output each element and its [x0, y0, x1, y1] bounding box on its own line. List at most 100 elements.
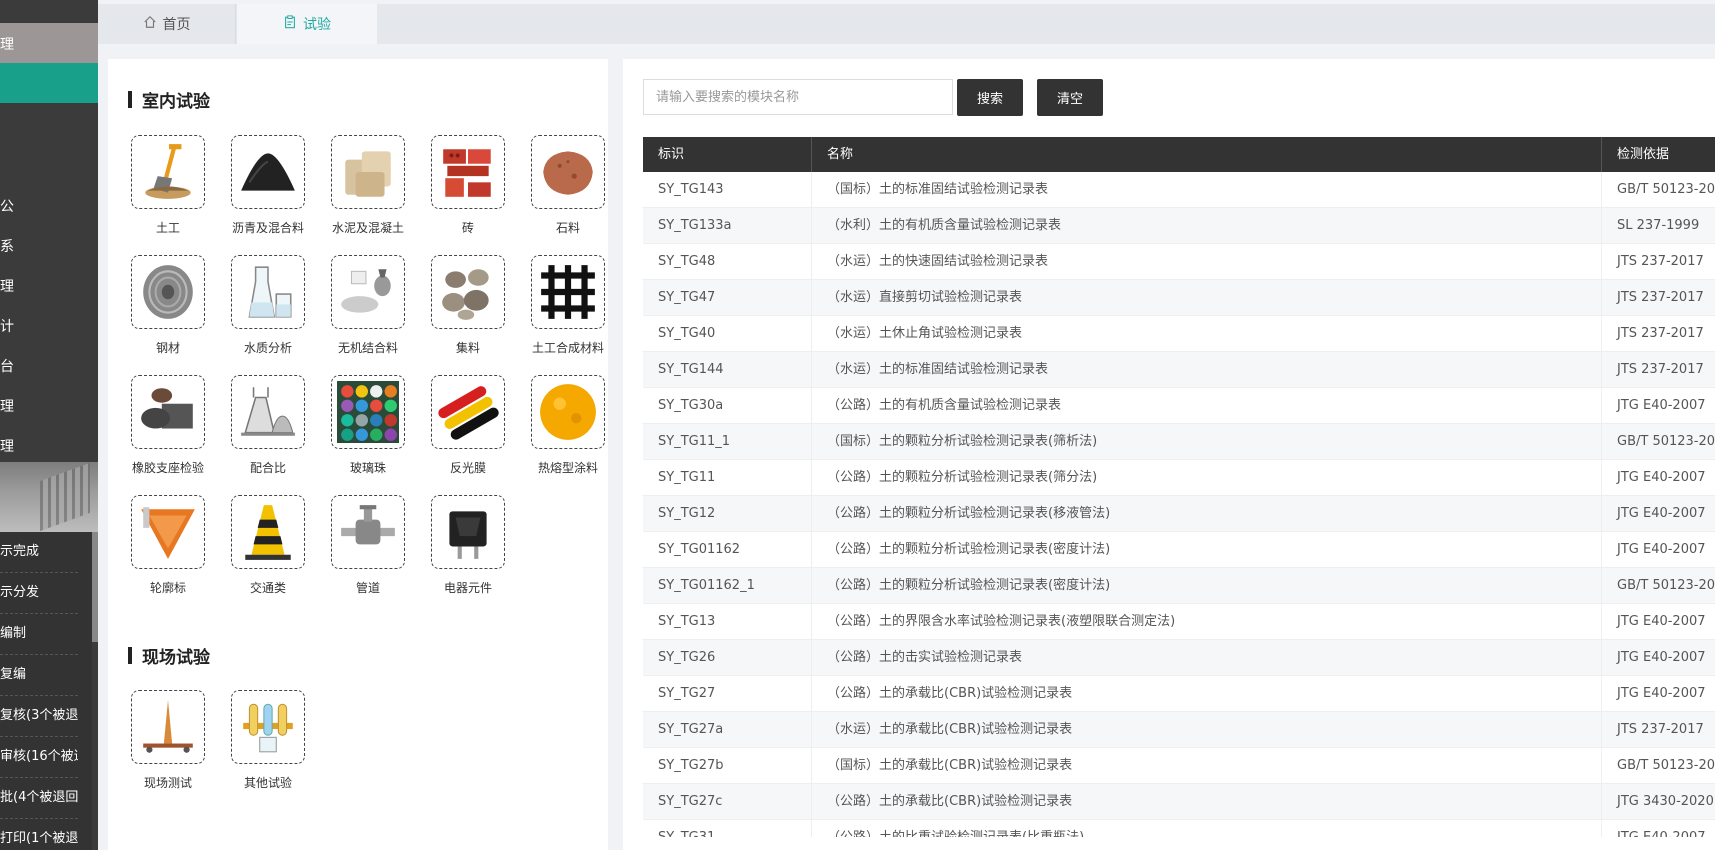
powder-icon — [331, 255, 405, 329]
module-tile[interactable]: 配合比 — [218, 375, 318, 495]
module-tile[interactable]: 热熔型涂料 — [518, 375, 618, 495]
module-tile[interactable]: 交通类 — [218, 495, 318, 615]
sidebar-scrollbar[interactable] — [92, 532, 98, 642]
geogrid-icon — [531, 255, 605, 329]
module-panel: 室内试验 土工 沥青及混合料 水泥及混凝土 砖 石料 钢材 水质分析 无机结合料… — [108, 59, 608, 850]
cell-standard: JTS 237-2017 — [1617, 290, 1704, 305]
cell-id: SY_TG31 — [643, 820, 812, 837]
search-button[interactable]: 搜索 — [957, 79, 1023, 116]
module-tile[interactable]: 现场测试 — [118, 690, 218, 810]
tile-label: 集料 — [455, 341, 480, 355]
cell-standard: JTG E40-2007 — [1617, 614, 1706, 629]
module-tile[interactable]: 砖 — [418, 135, 518, 255]
title-bar — [128, 91, 132, 108]
cell-name: （国标）土的标准固结试验检测记录表 — [812, 172, 1602, 208]
task-item[interactable]: 打印(1个被退 — [0, 819, 78, 850]
tile-label: 电器元件 — [443, 581, 492, 595]
tile-label: 钢材 — [155, 341, 180, 355]
cell-id: SY_TG12 — [643, 496, 812, 532]
template-table: 标识 名称 检测依据 SY_TG143 （国标）土的标准固结试验检测记录表 GB/T… — [643, 137, 1715, 837]
module-tile[interactable]: 石料 — [518, 135, 618, 255]
tile-label: 热熔型涂料 — [537, 461, 598, 475]
module-tile[interactable]: 玻璃珠 — [318, 375, 418, 495]
sidebar-item-4[interactable]: 计 — [0, 316, 14, 336]
module-tile[interactable]: 土工合成材料 — [518, 255, 618, 375]
module-tile[interactable]: 水质分析 — [218, 255, 318, 375]
table-header: 标识 名称 检测依据 — [643, 137, 1715, 172]
sidebar-item-3[interactable]: 理 — [0, 276, 14, 296]
table-row[interactable]: SY_TG48 （水运）土的快速固结试验检测记录表 JTS 237-2017 — [643, 244, 1715, 280]
column-header-id[interactable]: 标识 — [643, 137, 812, 172]
clear-button[interactable]: 清空 — [1037, 79, 1103, 116]
table-row[interactable]: SY_TG47 （水运）直接剪切试验检测记录表 JTS 237-2017 — [643, 280, 1715, 316]
pipe-icon — [331, 495, 405, 569]
section-title-text: 现场试验 — [142, 648, 210, 668]
table-row[interactable]: SY_TG27c （公路）土的承载比(CBR)试验检测记录表 JTG 3430-20… — [643, 784, 1715, 820]
module-tile[interactable]: 土工 — [118, 135, 218, 255]
sidebar-item-label: 理 — [0, 37, 14, 53]
table-row[interactable]: SY_TG11 （公路）土的颗粒分析试验检测记录表(筛分法) JTG E40-200… — [643, 460, 1715, 496]
task-item[interactable]: 示分发 — [0, 573, 78, 614]
cell-name: （水运）土的标准固结试验检测记录表 — [812, 352, 1602, 388]
cell-standard: GB/T 50123-2019 — [1617, 434, 1715, 449]
table-row[interactable]: SY_TG13 （公路）土的界限含水率试验检测记录表(液塑限联合测定法) JTG E… — [643, 604, 1715, 640]
table-row[interactable]: SY_TG12 （公路）土的颗粒分析试验检测记录表(移液管法) JTG E40-20… — [643, 496, 1715, 532]
task-item[interactable]: 审核(16个被退 — [0, 737, 78, 778]
module-tile[interactable]: 橡胶支座检验 — [118, 375, 218, 495]
tile-label: 交通类 — [249, 581, 286, 595]
sidebar-item-highlighted[interactable]: 理 — [0, 23, 98, 63]
tile-label: 玻璃珠 — [349, 461, 386, 475]
task-item[interactable]: 示完成 — [0, 532, 78, 573]
cell-id: SY_TG40 — [643, 316, 812, 352]
table-row[interactable]: SY_TG27b （国标）土的承载比(CBR)试验检测记录表 GB/T 50123-… — [643, 748, 1715, 784]
module-tile[interactable]: 反光膜 — [418, 375, 518, 495]
table-row[interactable]: SY_TG31（公路）土的比重试验检测记录表(比重瓶法)JTG E40-2007 — [643, 820, 1715, 837]
table-row[interactable]: SY_TG40 （水运）土休止角试验检测记录表 JTS 237-2017 — [643, 316, 1715, 352]
search-input[interactable] — [643, 79, 953, 115]
table-row[interactable]: SY_TG11_1 （国标）土的颗粒分析试验检测记录表(筛析法) GB/T 5012… — [643, 424, 1715, 460]
module-tile[interactable]: 管道 — [318, 495, 418, 615]
task-item[interactable]: 批(4个被退回) — [0, 778, 78, 819]
module-tile[interactable]: 集料 — [418, 255, 518, 375]
yellow-powder-icon — [531, 375, 605, 449]
module-tile[interactable]: 水泥及混凝土 — [318, 135, 418, 255]
table-row[interactable]: SY_TG27a （水运）土的承载比(CBR)试验检测记录表 JTS 237-201… — [643, 712, 1715, 748]
sidebar-item-active[interactable] — [0, 63, 98, 103]
module-tile[interactable]: 沥青及混合料 — [218, 135, 318, 255]
column-header-standard[interactable]: 检测依据 — [1602, 137, 1715, 172]
sidebar-item-7[interactable]: 理 — [0, 436, 14, 456]
task-item[interactable]: 复核(3个被退回 — [0, 696, 78, 737]
sidebar-item-1[interactable]: 公 — [0, 196, 14, 216]
steel-coil-icon — [131, 255, 205, 329]
table-row[interactable]: SY_TG143（国标）土的标准固结试验检测记录表 GB/T 50123-2019 — [643, 172, 1715, 208]
sidebar-item-5[interactable]: 台 — [0, 356, 14, 376]
cone-mold-icon — [231, 375, 305, 449]
column-header-name[interactable]: 名称 — [812, 137, 1602, 172]
sidebar-item-2[interactable]: 系 — [0, 236, 14, 256]
tab-home[interactable]: 首页 — [98, 4, 236, 44]
table-row[interactable]: SY_TG26 （公路）土的击实试验检测记录表 JTG E40-2007 — [643, 640, 1715, 676]
module-tile[interactable]: 电器元件 — [418, 495, 518, 615]
sidebar-item-6[interactable]: 理 — [0, 396, 14, 416]
cell-name: （国标）土的承载比(CBR)试验检测记录表 — [812, 748, 1602, 784]
task-item[interactable]: 复编 — [0, 655, 78, 696]
module-tile[interactable]: 无机结合料 — [318, 255, 418, 375]
tile-label: 管道 — [355, 581, 380, 595]
tile-label: 土工 — [155, 221, 180, 235]
tab-test[interactable]: 试验 — [237, 4, 377, 44]
cell-standard: GB/T 50123-2019 — [1617, 578, 1715, 593]
table-row[interactable]: SY_TG27 （公路）土的承载比(CBR)试验检测记录表 JTG E40-2007 — [643, 676, 1715, 712]
module-tile[interactable]: 轮廓标 — [118, 495, 218, 615]
section-title-field: 现场试验 — [128, 643, 210, 668]
table-row[interactable]: SY_TG01162_1 （公路）土的颗粒分析试验检测记录表(密度计法) GB/T … — [643, 568, 1715, 604]
module-tile[interactable]: 钢材 — [118, 255, 218, 375]
cell-standard: JTG E40-2007 — [1617, 470, 1706, 485]
module-tile[interactable]: 其他试验 — [218, 690, 318, 810]
table-row[interactable]: SY_TG144 （水运）土的标准固结试验检测记录表 JTS 237-2017 — [643, 352, 1715, 388]
table-row[interactable]: SY_TG01162 （公路）土的颗粒分析试验检测记录表(密度计法) JTG E40… — [643, 532, 1715, 568]
table-row[interactable]: SY_TG30a （公路）土的有机质含量试验检测记录表 JTG E40-2007 — [643, 388, 1715, 424]
tile-label: 橡胶支座检验 — [131, 461, 204, 475]
table-row[interactable]: SY_TG133a （水利）土的有机质含量试验检测记录表 SL 237-1999 — [643, 208, 1715, 244]
task-item[interactable]: 编制 — [0, 614, 78, 655]
cell-id: SY_TG01162 — [643, 532, 812, 568]
